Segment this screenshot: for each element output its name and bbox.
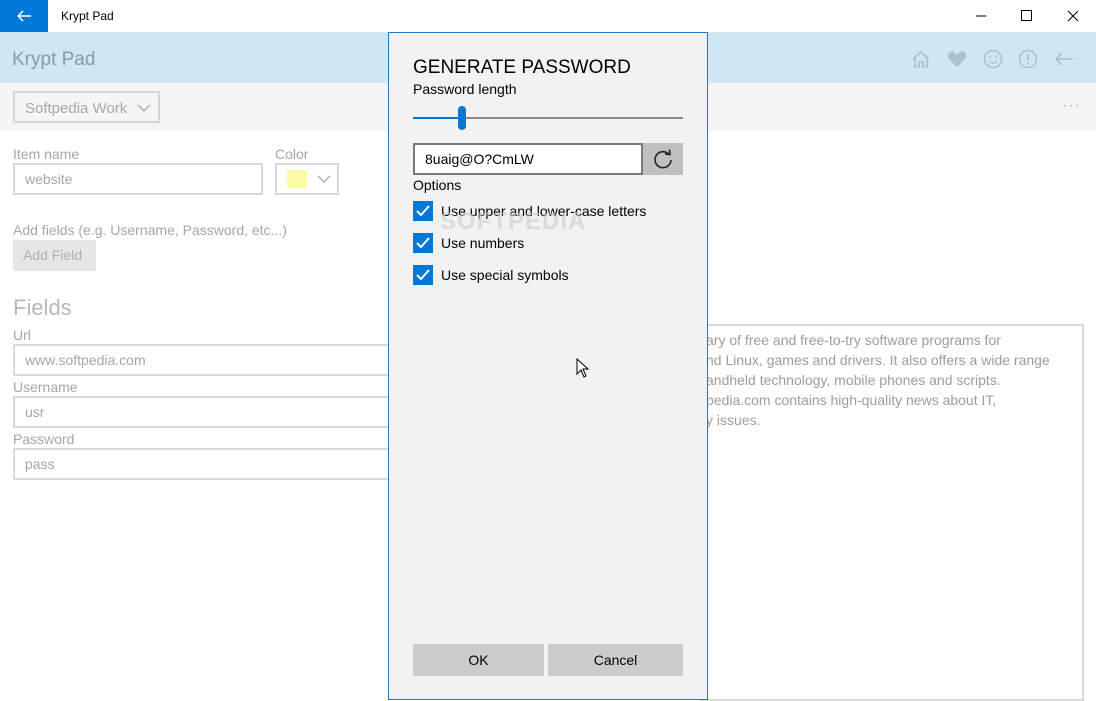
smiley-icon[interactable]: [982, 48, 1004, 70]
category-dropdown[interactable]: Softpedia Work: [13, 91, 160, 123]
username-value: usr: [25, 404, 45, 420]
add-field-button[interactable]: Add Field: [13, 240, 96, 271]
maximize-icon: [1021, 10, 1032, 21]
home-icon[interactable]: [910, 48, 932, 70]
maximize-button[interactable]: [1004, 0, 1050, 32]
heart-icon[interactable]: [946, 48, 968, 70]
watermark: SOFTPEDIA: [440, 208, 587, 235]
minimize-icon: [976, 15, 986, 17]
option-numbers[interactable]: Use numbers: [413, 233, 683, 255]
password-value: pass: [25, 456, 55, 472]
numbers-checkbox-label: Use numbers: [441, 235, 525, 251]
ok-button[interactable]: OK: [413, 644, 544, 676]
info-icon[interactable]: [1017, 48, 1039, 70]
password-input[interactable]: pass: [13, 448, 390, 480]
password-length-slider-fill: [413, 117, 462, 119]
color-picker[interactable]: [275, 163, 339, 195]
notes-line: pedia.com contains high-quality news abo…: [706, 392, 997, 408]
url-input[interactable]: www.softpedia.com: [13, 344, 390, 376]
generated-password-input[interactable]: 8uaig@O?CmLW: [413, 143, 643, 175]
color-label: Color: [275, 146, 309, 162]
checkmark-icon: [416, 269, 430, 281]
generated-password-value: 8uaig@O?CmLW: [425, 151, 534, 167]
cancel-button-label: Cancel: [593, 652, 638, 668]
regenerate-button[interactable]: [643, 143, 683, 175]
symbols-checkbox[interactable]: [413, 265, 433, 285]
options-label: Options: [413, 177, 462, 193]
add-fields-hint: Add fields (e.g. Username, Password, etc…: [13, 222, 287, 238]
chevron-down-icon: [137, 104, 151, 112]
mouse-cursor-icon: [576, 358, 590, 378]
item-name-value: website: [25, 171, 73, 187]
ok-button-label: OK: [468, 652, 489, 668]
category-dropdown-label: Softpedia Work: [25, 100, 128, 117]
notes-line: andheld technology, mobile phones and sc…: [706, 372, 1001, 388]
password-label: Password: [13, 431, 75, 447]
fields-title: Fields: [13, 295, 72, 320]
username-label: Username: [13, 379, 78, 395]
refresh-icon: [654, 149, 672, 169]
url-label: Url: [13, 327, 31, 343]
checkmark-icon: [416, 237, 430, 249]
dialog-title: GENERATE PASSWORD: [413, 57, 631, 78]
add-field-button-label: Add Field: [23, 247, 83, 263]
color-swatch: [287, 170, 307, 188]
close-icon: [1067, 10, 1079, 22]
close-button[interactable]: [1050, 0, 1096, 32]
app-title: Krypt Pad: [12, 49, 96, 70]
title-bar: Krypt Pad: [0, 0, 1096, 32]
notes-textarea[interactable]: ary of free and free-to-try software pro…: [700, 324, 1084, 701]
notes-line: y issues.: [706, 412, 761, 428]
password-length-slider-thumb[interactable]: [457, 106, 466, 130]
chevron-down-icon: [317, 175, 331, 183]
window-back-button[interactable]: [0, 0, 48, 32]
window-title: Krypt Pad: [61, 9, 114, 23]
back-arrow-icon: [17, 10, 31, 22]
notes-line: nd Linux, games and drivers. It also off…: [706, 352, 1050, 368]
back-arrow-icon[interactable]: [1053, 48, 1075, 70]
minimize-button[interactable]: [958, 0, 1004, 32]
generate-password-dialog: GENERATE PASSWORD Password length 8uaig@…: [388, 32, 708, 700]
option-symbols[interactable]: Use special symbols: [413, 265, 683, 287]
url-value: www.softpedia.com: [25, 352, 146, 368]
symbols-checkbox-label: Use special symbols: [441, 267, 569, 283]
checkmark-icon: [416, 205, 430, 217]
notes-line: ary of free and free-to-try software pro…: [706, 332, 1001, 348]
numbers-checkbox[interactable]: [413, 233, 433, 253]
letters-checkbox[interactable]: [413, 201, 433, 221]
more-options-button[interactable]: ···: [1062, 97, 1081, 115]
username-input[interactable]: usr: [13, 396, 390, 428]
item-name-input[interactable]: website: [13, 163, 263, 195]
item-name-label: Item name: [13, 146, 80, 162]
password-length-label: Password length: [413, 81, 517, 97]
cancel-button[interactable]: Cancel: [548, 644, 683, 676]
